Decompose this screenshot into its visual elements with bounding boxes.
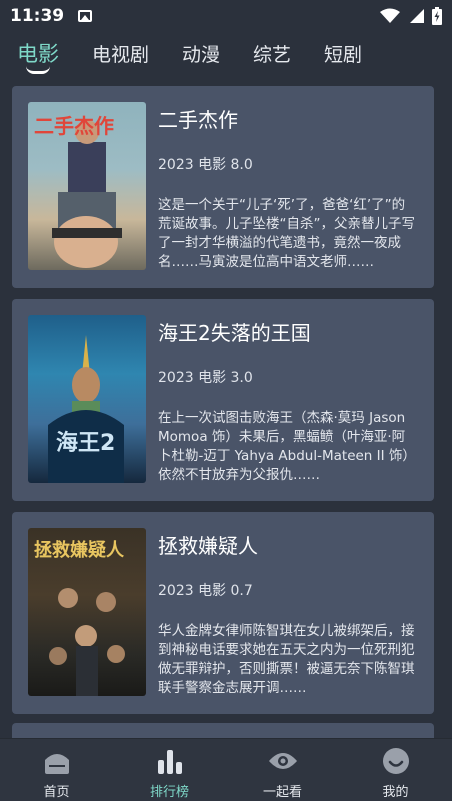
eye-icon xyxy=(268,747,298,775)
movie-info: 二手杰作 2023 电影 8.0 这是一个关于“儿子‘死’了，爸爸‘红’了”的荒… xyxy=(158,102,418,272)
poster-title: 二手杰作 xyxy=(34,114,114,138)
active-tab-indicator xyxy=(26,66,50,74)
tab-label: 动漫 xyxy=(182,44,221,66)
movie-card[interactable]: 拯救嫌疑人 拯救嫌疑人 2023 电影 0.7 华人金牌女律师陈智琪在女儿被绑架… xyxy=(12,512,434,714)
nav-profile[interactable]: 我的 xyxy=(339,739,452,801)
home-icon xyxy=(42,747,72,775)
movie-meta: 2023 电影 3.0 xyxy=(158,370,253,386)
tab-label: 综艺 xyxy=(253,44,292,66)
movie-title: 二手杰作 xyxy=(158,108,238,132)
tab-movies[interactable]: 电影 xyxy=(17,36,59,74)
signal-icon xyxy=(410,9,424,23)
tab-label: 电视剧 xyxy=(92,44,150,66)
movie-poster: 海王2 xyxy=(28,315,146,483)
category-tabs: 电影 电视剧 动漫 综艺 短剧 xyxy=(0,36,452,80)
nav-ranking[interactable]: 排行榜 xyxy=(113,739,226,801)
nav-label: 首页 xyxy=(43,785,70,800)
ranking-icon xyxy=(155,747,185,775)
movie-description: 在上一次试图击败海王（杰森·莫玛 Jason Momoa 饰）未果后，黑蝠鲼（叶… xyxy=(158,410,416,483)
tab-short-drama[interactable]: 短剧 xyxy=(324,36,362,67)
movie-card[interactable]: 海王2 海王2失落的王国 2023 电影 3.0 在上一次试图击败海王（杰森·莫… xyxy=(12,299,434,501)
movie-list: 二手杰作 二手杰作 2023 电影 8.0 这是一个关于“儿子‘死’了，爸爸‘红… xyxy=(12,86,434,725)
nav-label: 排行榜 xyxy=(149,785,189,800)
poster-title: 拯救嫌疑人 xyxy=(34,540,124,561)
movie-description: 这是一个关于“儿子‘死’了，爸爸‘红’了”的荒诞故事。儿子坠楼“自杀”，父亲替儿… xyxy=(158,197,415,270)
movie-description: 华人金牌女律师陈智琪在女儿被绑架后，接到神秘电话要求她在五天之内为一位死刑犯做无… xyxy=(158,623,415,696)
nav-label: 一起看 xyxy=(262,785,302,800)
status-bar: 11:39 xyxy=(0,0,452,32)
tab-tv-series[interactable]: 电视剧 xyxy=(92,36,149,67)
movie-title: 拯救嫌疑人 xyxy=(158,534,258,558)
status-time: 11:39 xyxy=(10,6,65,26)
tab-label: 短剧 xyxy=(324,44,363,66)
movie-card[interactable]: 二手杰作 二手杰作 2023 电影 8.0 这是一个关于“儿子‘死’了，爸爸‘红… xyxy=(12,86,434,288)
profile-icon xyxy=(381,747,411,775)
nav-watch-together[interactable]: 一起看 xyxy=(226,739,339,801)
tab-label: 电影 xyxy=(17,42,59,66)
tab-anime[interactable]: 动漫 xyxy=(182,36,220,67)
status-icons xyxy=(380,7,442,25)
battery-icon xyxy=(432,7,442,25)
movie-title: 海王2失落的王国 xyxy=(158,321,311,345)
nav-label: 我的 xyxy=(382,785,409,800)
movie-info: 拯救嫌疑人 2023 电影 0.7 华人金牌女律师陈智琪在女儿被绑架后，接到神秘… xyxy=(158,528,418,698)
movie-meta: 2023 电影 8.0 xyxy=(158,157,253,173)
image-notification-icon xyxy=(78,10,93,22)
nav-home[interactable]: 首页 xyxy=(0,739,113,801)
wifi-icon xyxy=(380,8,400,23)
bottom-nav: 首页 排行榜 一起看 我的 xyxy=(0,738,452,801)
movie-info: 海王2失落的王国 2023 电影 3.0 在上一次试图击败海王（杰森·莫玛 Ja… xyxy=(158,315,418,485)
poster-title: 海王2 xyxy=(56,431,116,456)
movie-poster: 二手杰作 xyxy=(28,102,146,270)
tab-variety[interactable]: 综艺 xyxy=(253,36,291,67)
movie-meta: 2023 电影 0.7 xyxy=(158,583,253,599)
movie-poster: 拯救嫌疑人 xyxy=(28,528,146,696)
